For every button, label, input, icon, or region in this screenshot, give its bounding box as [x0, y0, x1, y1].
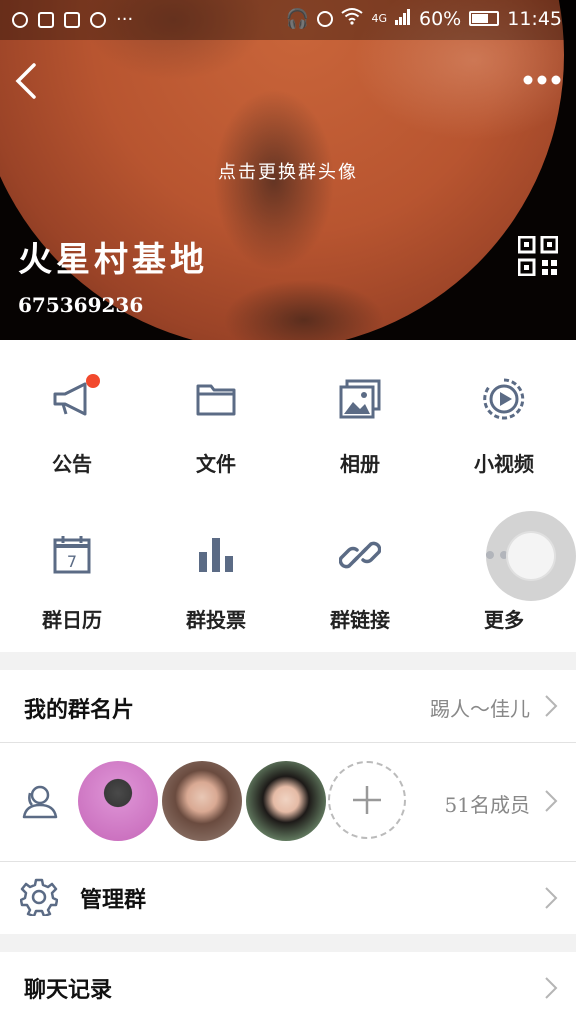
headphones-icon: 🎧	[285, 8, 310, 30]
battery-icon	[469, 11, 500, 26]
photo-album-icon	[339, 379, 381, 419]
feature-label: 相册	[340, 452, 380, 476]
plus-icon	[353, 786, 381, 814]
folder-icon	[196, 384, 236, 416]
feature-label: 小视频	[474, 452, 534, 476]
grid-notification-icon	[64, 11, 80, 28]
wifi-icon	[341, 7, 364, 30]
change-avatar-hint[interactable]: 点击更换群头像	[0, 158, 576, 184]
video-icon	[483, 378, 525, 420]
status-left-icons: ···	[12, 9, 133, 30]
calendar-icon: 7	[53, 536, 91, 574]
feature-label: 更多	[484, 608, 524, 632]
poll-icon	[199, 538, 233, 572]
members-icon	[22, 785, 58, 819]
ellipsis-icon	[523, 75, 561, 85]
back-arrow-icon	[15, 63, 36, 99]
chevron-right-icon	[545, 695, 558, 717]
my-group-card-value: 踢人～佳儿	[430, 697, 530, 721]
chat-history-row[interactable]: 聊天记录	[0, 952, 576, 1024]
signal-icon	[395, 8, 411, 30]
clock: 11:45	[507, 7, 562, 30]
feature-label: 群日历	[42, 608, 102, 632]
network-type: 4G	[371, 12, 387, 25]
feature-grid: 公告 文件 相册 小视频 7 群日历 群投票 群链接 更多	[0, 340, 576, 652]
feature-calendar[interactable]: 7 群日历	[0, 496, 144, 652]
my-group-card-row[interactable]: 我的群名片 踢人～佳儿	[0, 670, 576, 742]
feature-poll[interactable]: 群投票	[144, 496, 288, 652]
assistive-touch-button[interactable]	[486, 511, 576, 601]
status-bar: ··· 🎧 4G 60% 11:45	[0, 0, 576, 40]
notification-badge	[86, 374, 100, 388]
status-right: 🎧 4G 60% 11:45	[285, 7, 562, 31]
feature-label: 公告	[52, 452, 92, 476]
feature-short-video[interactable]: 小视频	[432, 340, 576, 496]
row-title: 我的群名片	[24, 697, 135, 723]
members-row[interactable]: 51名成员	[0, 743, 576, 861]
member-avatar[interactable]	[78, 761, 158, 841]
member-avatar[interactable]	[246, 761, 326, 841]
chevron-right-icon	[545, 790, 558, 812]
group-header: ··· 🎧 4G 60% 11:45 点击更换群头像 火星村基地 6753692…	[0, 0, 576, 340]
feature-album[interactable]: 相册	[288, 340, 432, 496]
manage-group-row[interactable]: 管理群	[0, 862, 576, 934]
feature-label: 群链接	[330, 608, 390, 632]
group-id: 675369236	[18, 293, 144, 317]
image-notification-icon	[38, 11, 54, 28]
feature-files[interactable]: 文件	[144, 340, 288, 496]
gear-icon	[20, 878, 58, 916]
chevron-right-icon	[545, 887, 558, 909]
more-options-button[interactable]	[522, 70, 562, 90]
alarm-icon	[317, 10, 334, 27]
svg-text:7: 7	[67, 552, 77, 571]
row-title: 聊天记录	[24, 977, 113, 1003]
feature-group-link[interactable]: 群链接	[288, 496, 432, 652]
app-notification-icon	[12, 11, 28, 28]
more-notifications-icon: ···	[116, 9, 134, 30]
row-title: 管理群	[80, 887, 147, 913]
qr-code-icon	[517, 235, 559, 277]
chevron-right-icon	[545, 977, 558, 999]
battery-percent: 60%	[419, 7, 462, 30]
back-button[interactable]	[12, 62, 40, 100]
feature-announcement[interactable]: 公告	[0, 340, 144, 496]
member-avatar[interactable]	[162, 761, 242, 841]
member-count: 51名成员	[444, 793, 530, 817]
link-icon	[339, 541, 381, 569]
feature-label: 文件	[196, 452, 236, 476]
record-notification-icon	[90, 11, 106, 28]
add-member-button[interactable]	[328, 761, 406, 839]
qr-code-button[interactable]	[517, 235, 559, 277]
assistive-touch-inner	[508, 533, 554, 579]
feature-label: 群投票	[186, 608, 246, 632]
group-name: 火星村基地	[18, 240, 208, 280]
